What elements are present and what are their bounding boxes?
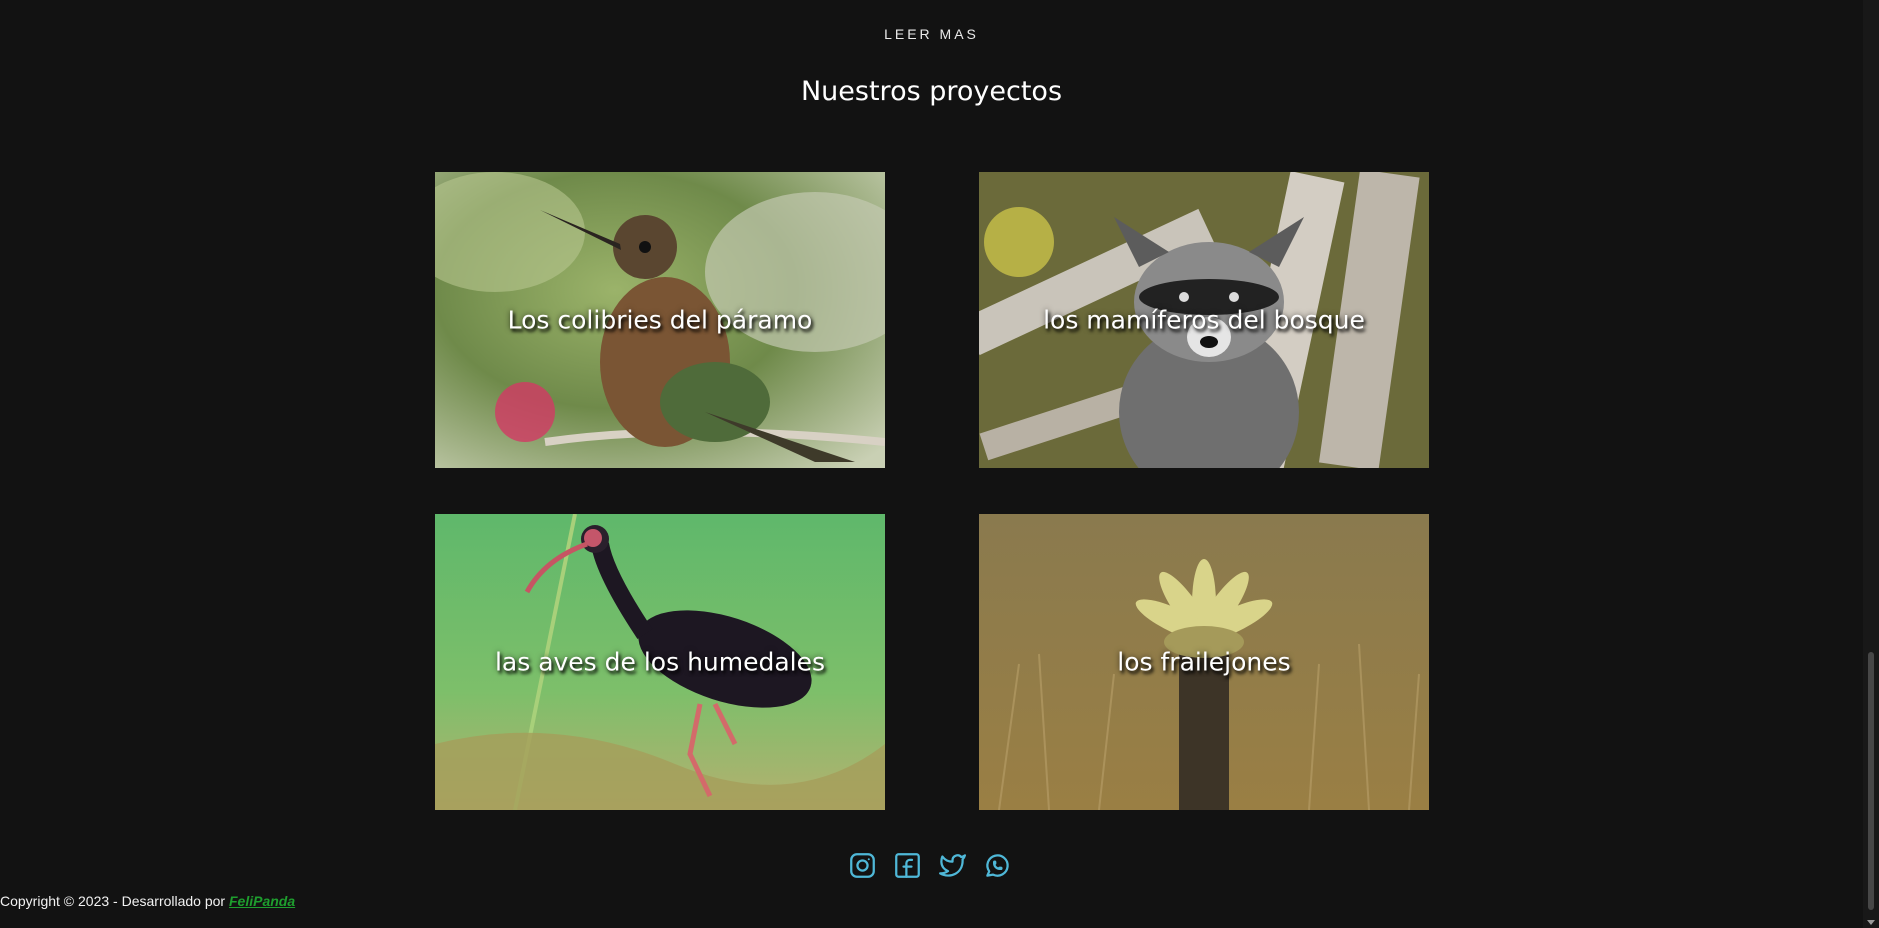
section-title: Nuestros proyectos xyxy=(800,76,1063,107)
project-title: los mamíferos del bosque xyxy=(1043,305,1365,335)
twitter-icon[interactable] xyxy=(939,852,966,879)
scroll-down-arrow-icon[interactable] xyxy=(1867,920,1875,925)
scrollbar-thumb[interactable] xyxy=(1868,652,1874,910)
scrollbar[interactable] xyxy=(1863,0,1879,928)
footer-copyright: Copyright © 2023 - Desarrollado por Feli… xyxy=(0,893,295,909)
project-card-aves[interactable]: las aves de los humedales xyxy=(435,514,885,810)
facebook-icon[interactable] xyxy=(894,852,921,879)
author-link[interactable]: FeliPanda xyxy=(229,893,295,909)
project-title: los frailejones xyxy=(1117,647,1291,677)
project-card-mamiferos[interactable]: los mamíferos del bosque xyxy=(979,172,1429,468)
copyright-text: Copyright © 2023 - Desarrollado por xyxy=(0,893,229,909)
whatsapp-icon[interactable] xyxy=(984,852,1011,879)
project-card-colibries[interactable]: Los colibries del páramo xyxy=(435,172,885,468)
project-title: Los colibries del páramo xyxy=(507,305,813,335)
project-card-frailejones[interactable]: los frailejones xyxy=(979,514,1429,810)
page: LEER MAS Nuestros proyectos Los colibrie… xyxy=(0,0,1879,928)
project-title: las aves de los humedales xyxy=(494,647,826,677)
read-more-link[interactable]: LEER MAS xyxy=(0,26,1863,42)
instagram-icon[interactable] xyxy=(849,852,876,879)
social-links xyxy=(849,852,1011,879)
